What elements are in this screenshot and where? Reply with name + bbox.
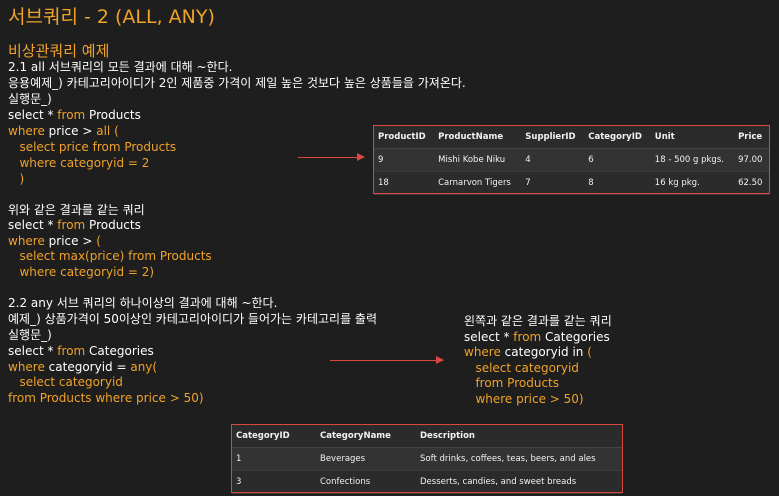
table-cell: Soft drinks, coffees, teas, beers, and a… (416, 447, 622, 471)
code-line: where price > all ( (8, 124, 119, 138)
code-line: where categoryid = 2) (8, 265, 155, 279)
section1-exec-label: 실행문_) (8, 92, 52, 106)
column-header: Price (734, 126, 769, 149)
table-cell: 4 (521, 148, 585, 172)
table-row: 1 Beverages Soft drinks, coffees, teas, … (232, 447, 622, 471)
table-cell: Beverages (316, 447, 416, 471)
result-table-categories: CategoryID CategoryName Description 1 Be… (231, 424, 623, 494)
table-cell: Mishi Kobe Niku (434, 148, 522, 172)
page-title: 서브쿼리 - 2 (ALL, ANY) (8, 6, 215, 28)
code-line: select categoryid (8, 375, 123, 389)
table-cell: 18 (374, 171, 435, 195)
code-line: where categoryid = 2 (8, 156, 150, 170)
code-line: where categoryid in ( (464, 345, 592, 359)
table-cell: Carnarvon Tigers (434, 171, 522, 195)
code-line: from Products where price > 50) (8, 391, 204, 405)
arrow-right-icon (330, 356, 444, 364)
code-line: select price from Products (8, 140, 177, 154)
table-cell: 6 (584, 148, 651, 172)
code-line: where categoryid = any( (8, 360, 158, 374)
code-line: select * from Products (8, 108, 141, 122)
code-line: where price > 50) (464, 392, 584, 406)
table-row: 18 Carnarvon Tigers 7 8 16 kg pkg. 62.50 (374, 171, 769, 195)
column-header: ProductID (374, 126, 435, 149)
table-cell: 8 (584, 171, 651, 195)
table-cell: 9 (374, 148, 435, 172)
table-cell: 97.00 (734, 148, 769, 172)
code-line: ) (8, 172, 25, 186)
code-line: select max(price) from Products (8, 249, 212, 263)
table-cell: 62.50 (734, 171, 769, 195)
table-cell: Desserts, candies, and sweet breads (416, 470, 622, 494)
code-line: select categoryid (464, 361, 579, 375)
column-header: CategoryID (584, 126, 651, 149)
code-line: where price > ( (8, 234, 101, 248)
table-header-row: ProductID ProductName SupplierID Categor… (374, 126, 769, 149)
code-line: from Products (464, 376, 559, 390)
column-header: CategoryID (232, 425, 316, 448)
table-cell: 1 (232, 447, 316, 471)
column-header: SupplierID (521, 126, 585, 149)
column-header: CategoryName (316, 425, 416, 448)
section-subtitle: 비상관쿼리 예제 (8, 42, 110, 60)
section2-example: 예제_) 상품가격이 50이상인 카테고리아이디가 들어가는 카테고리를 출력 (8, 312, 378, 326)
section2-heading: 2.2 any 서브 쿼리의 하나이상의 결과에 대해 ~한다. (8, 296, 278, 310)
equivalent-query-heading: 왼쪽과 같은 결과를 같는 쿼리 (464, 314, 612, 328)
table-cell: 18 - 500 g pkgs. (650, 148, 735, 172)
table-row: 3 Confections Desserts, candies, and swe… (232, 470, 622, 494)
section2-exec-label: 실행문_) (8, 328, 52, 342)
result-table-products: ProductID ProductName SupplierID Categor… (373, 125, 770, 195)
section1-heading: 2.1 all 서브쿼리의 모든 결과에 대해 ~한다. (8, 60, 233, 74)
table-cell: 3 (232, 470, 316, 494)
table-cell: Confections (316, 470, 416, 494)
column-header: Unit (650, 126, 735, 149)
column-header: Description (416, 425, 622, 448)
table-cell: 16 kg pkg. (650, 171, 735, 195)
arrow-right-icon (298, 153, 365, 161)
code-line: select * from Categories (464, 330, 610, 344)
table-row: 9 Mishi Kobe Niku 4 6 18 - 500 g pkgs. 9… (374, 148, 769, 172)
equivalent-query-heading: 위와 같은 결과를 같는 쿼리 (8, 203, 145, 217)
column-header: ProductName (434, 126, 522, 149)
section1-example: 응용예제_) 카테고리아이디가 2인 제품중 가격이 제일 높은 것보다 높은 … (8, 76, 466, 90)
table-header-row: CategoryID CategoryName Description (232, 425, 622, 448)
table-cell: 7 (521, 171, 585, 195)
code-line: select * from Categories (8, 344, 154, 358)
code-line: select * from Products (8, 218, 141, 232)
